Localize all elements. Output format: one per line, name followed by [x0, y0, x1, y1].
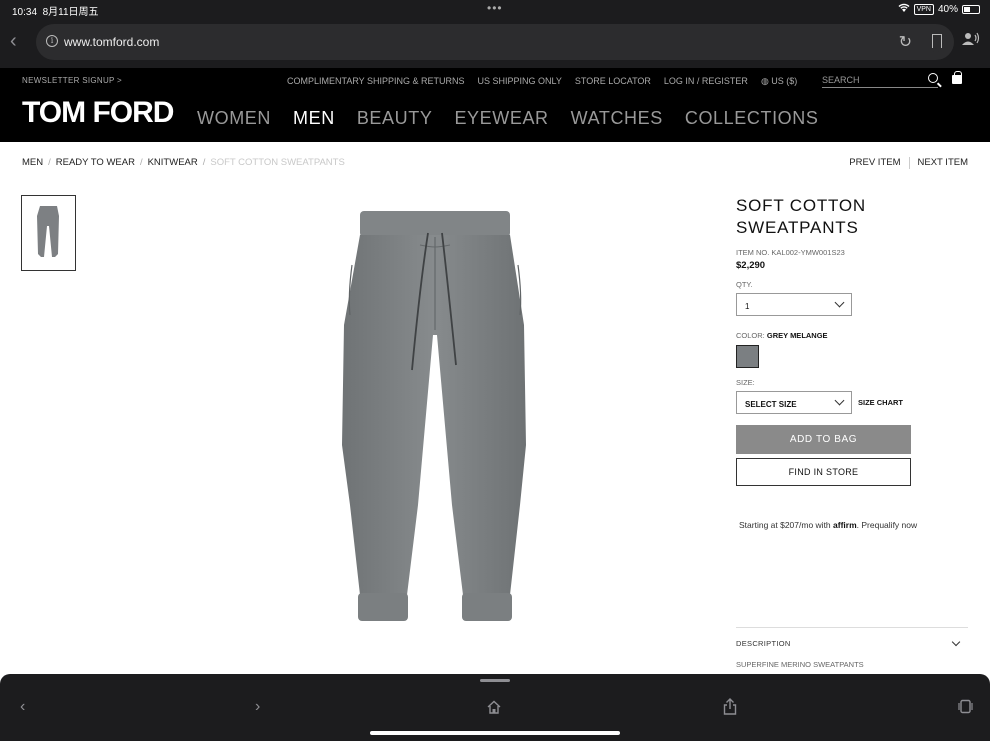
breadcrumb-knitwear[interactable]: KNITWEAR — [148, 157, 198, 168]
description-divider — [736, 627, 968, 628]
breadcrumb-men[interactable]: MEN — [22, 157, 43, 168]
tom-ford-logo[interactable]: TOM FORD — [22, 96, 174, 130]
site-header: NEWSLETTER SIGNUP > COMPLIMENTARY SHIPPI… — [0, 68, 990, 142]
prev-item-link[interactable]: PREV ITEM — [849, 157, 900, 169]
size-chart-link[interactable]: SIZE CHART — [858, 398, 903, 407]
chevron-down-icon — [834, 297, 845, 308]
newsletter-signup-link[interactable]: NEWSLETTER SIGNUP > — [22, 76, 122, 85]
bookmark-icon[interactable] — [932, 34, 942, 52]
back-icon[interactable]: ‹ — [20, 698, 25, 716]
nav-collections[interactable]: COLLECTIONS — [685, 108, 819, 129]
shopping-bag-icon[interactable] — [952, 71, 962, 84]
region-currency-link[interactable]: ◍ US ($) — [761, 76, 797, 87]
item-number: ITEM NO. KAL002-YMW001S23 — [736, 248, 845, 257]
vpn-badge: VPN — [913, 3, 934, 15]
listen-page-icon[interactable] — [962, 32, 980, 49]
affirm-financing[interactable]: Starting at $207/mo with affirm. Prequal… — [739, 520, 968, 530]
utility-links: COMPLIMENTARY SHIPPING & RETURNS US SHIP… — [287, 76, 797, 87]
nav-beauty[interactable]: BEAUTY — [357, 108, 433, 129]
add-to-bag-button[interactable]: ADD TO BAG — [736, 425, 911, 454]
store-locator-link[interactable]: STORE LOCATOR — [575, 76, 651, 87]
product-image[interactable] — [330, 205, 540, 630]
affirm-logo: affirm — [833, 520, 857, 530]
size-row: SELECT SIZE SIZE CHART — [736, 391, 968, 414]
product-title: SOFT COTTON SWEATPANTS — [736, 196, 867, 237]
size-select[interactable]: SELECT SIZE — [736, 391, 852, 414]
breadcrumb-separator: / — [202, 157, 206, 168]
description-toggle[interactable]: DESCRIPTION — [736, 637, 968, 648]
product-thumbnail[interactable] — [21, 195, 76, 271]
share-icon[interactable] — [723, 698, 737, 720]
battery-icon — [962, 4, 980, 14]
breadcrumb: MEN / READY TO WEAR / KNITWEAR / SOFT CO… — [22, 157, 345, 168]
address-bar[interactable]: i www.tomford.com ↻ — [36, 24, 954, 60]
status-bar: 10:34 8月11日周五 ••• VPN 40% — [0, 0, 990, 18]
url-text[interactable]: www.tomford.com — [64, 35, 159, 49]
breadcrumb-separator: / — [139, 157, 143, 168]
home-indicator — [370, 731, 620, 735]
find-in-store-button[interactable]: FIND IN STORE — [736, 458, 911, 486]
shipping-returns-link[interactable]: COMPLIMENTARY SHIPPING & RETURNS — [287, 76, 465, 87]
battery-percent: 40% — [937, 3, 958, 15]
search-input[interactable]: SEARCH — [822, 73, 938, 88]
color-swatch[interactable] — [736, 345, 759, 368]
product-price: $2,290 — [736, 260, 766, 271]
breadcrumb-separator: / — [48, 157, 51, 168]
search-placeholder: SEARCH — [822, 75, 860, 85]
item-pager: PREV ITEM NEXT ITEM — [849, 157, 968, 169]
login-register-link[interactable]: LOG IN / REGISTER — [664, 76, 748, 87]
quantity-select[interactable]: 1 — [736, 293, 852, 316]
main-navigation: WOMEN MEN BEAUTY EYEWEAR WATCHES COLLECT… — [197, 108, 819, 129]
us-shipping-link[interactable]: US SHIPPING ONLY — [478, 76, 562, 87]
color-value: GREY MELANGE — [766, 331, 828, 340]
status-indicators: VPN 40% — [898, 3, 980, 15]
qty-label: QTY. — [736, 280, 753, 289]
chevron-down-icon — [834, 395, 845, 406]
site-info-icon[interactable]: i — [46, 35, 58, 47]
nav-women[interactable]: WOMEN — [197, 108, 271, 129]
color-label: COLOR: GREY MELANGE — [736, 331, 828, 340]
pager-divider — [908, 157, 910, 169]
chevron-down-icon — [951, 637, 961, 647]
browser-bottom-toolbar: ‹ › — [0, 674, 990, 741]
browser-back-icon[interactable]: ‹ — [10, 31, 17, 51]
description-text: SUPERFINE MERINO SWEATPANTS — [736, 660, 864, 669]
nav-eyewear[interactable]: EYEWEAR — [454, 108, 548, 129]
size-label: SIZE: — [736, 378, 755, 387]
wifi-icon — [898, 3, 910, 15]
breadcrumb-current: SOFT COTTON SWEATPANTS — [210, 157, 345, 168]
reload-icon[interactable]: ↻ — [899, 32, 912, 52]
home-icon[interactable] — [487, 700, 501, 719]
browser-toolbar: ‹ i www.tomford.com ↻ — [0, 18, 990, 68]
next-item-link[interactable]: NEXT ITEM — [918, 157, 969, 169]
tabs-icon[interactable] — [958, 699, 973, 719]
quantity-value: 1 — [745, 302, 750, 311]
size-value: SELECT SIZE — [745, 400, 797, 409]
nav-men[interactable]: MEN — [293, 108, 335, 129]
search-icon[interactable] — [928, 73, 938, 83]
toolbar-grabber[interactable] — [480, 679, 510, 682]
status-time: 10:34 8月11日周五 — [12, 7, 99, 18]
breadcrumb-ready-to-wear[interactable]: READY TO WEAR — [56, 157, 135, 168]
multitask-dots-icon[interactable]: ••• — [487, 1, 503, 15]
product-info: SOFT COTTON SWEATPANTS ITEM NO. KAL002-Y… — [736, 195, 968, 530]
nav-watches[interactable]: WATCHES — [571, 108, 663, 129]
forward-icon[interactable]: › — [255, 698, 260, 716]
